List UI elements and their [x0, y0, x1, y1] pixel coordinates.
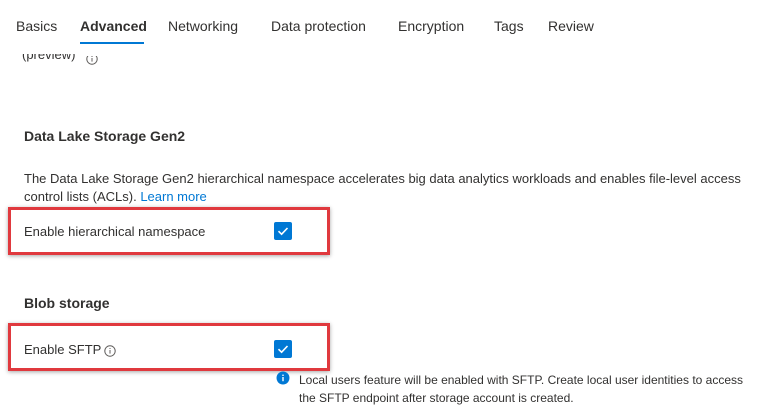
sftp-info-icon[interactable]: [104, 344, 116, 357]
data-lake-section-title: Data Lake Storage Gen2: [24, 128, 186, 144]
learn-more-link[interactable]: Learn more: [140, 189, 206, 204]
checkmark-icon: [277, 227, 289, 236]
hierarchical-namespace-checkbox[interactable]: [274, 222, 292, 240]
tab-advanced[interactable]: Advanced: [80, 18, 147, 34]
cutoff-setting-label: (preview): [22, 54, 76, 62]
tab-networking[interactable]: Networking: [168, 18, 238, 34]
active-tab-indicator: [80, 42, 144, 44]
tab-bar: Basics Advanced Networking Data protecti…: [0, 0, 782, 48]
tab-encryption[interactable]: Encryption: [398, 18, 464, 34]
sftp-label: Enable SFTP: [24, 342, 102, 357]
info-filled-icon: [276, 371, 290, 385]
blob-storage-section-title: Blob storage: [24, 295, 110, 311]
data-lake-description: The Data Lake Storage Gen2 hierarchical …: [24, 170, 744, 206]
hierarchical-namespace-label: Enable hierarchical namespace: [24, 224, 206, 239]
tab-review[interactable]: Review: [548, 18, 594, 34]
info-icon[interactable]: [86, 56, 98, 68]
tab-basics[interactable]: Basics: [16, 18, 57, 34]
sftp-info-note: Local users feature will be enabled with…: [299, 373, 744, 405]
checkmark-icon: [277, 345, 289, 354]
description-text: The Data Lake Storage Gen2 hierarchical …: [24, 171, 741, 204]
storage-account-advanced-page: Basics Advanced Networking Data protecti…: [0, 0, 782, 415]
tab-data-protection[interactable]: Data protection: [271, 18, 366, 34]
tab-tags[interactable]: Tags: [494, 18, 524, 34]
sftp-checkbox[interactable]: [274, 340, 292, 358]
